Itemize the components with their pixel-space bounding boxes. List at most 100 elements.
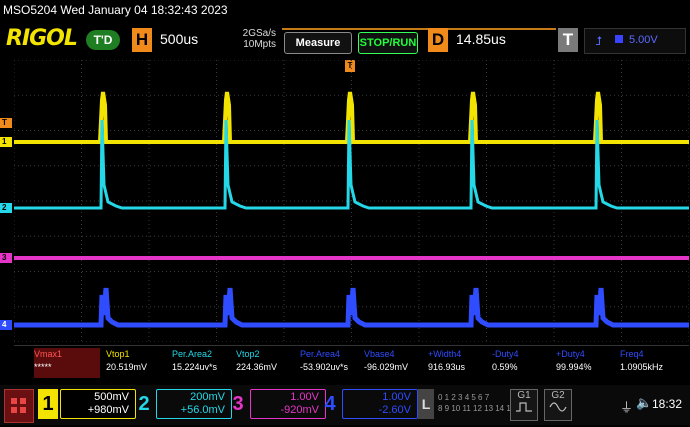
measurement-value: 20.519mV — [106, 362, 148, 372]
clock: 18:32 — [652, 397, 683, 411]
measurement-label: Per.Area2 — [172, 349, 213, 359]
digital-channels[interactable]: 0 1 2 3 4 5 6 7 8 9 10 11 12 13 14 15 — [438, 392, 515, 414]
ch1-trigger-level-marker[interactable]: T — [0, 118, 12, 128]
measurement-item[interactable]: +Duty4 99.994% — [556, 348, 622, 378]
sample-rate: 2GSa/s — [242, 28, 276, 39]
digital-row-low: 0 1 2 3 4 5 6 7 — [438, 393, 490, 402]
measurement-label: Freq4 — [620, 349, 644, 359]
channel-number: 2 — [138, 393, 150, 415]
measurement-item[interactable]: Per.Area2 15.224uv*s — [172, 348, 238, 378]
grid-menu-icon — [11, 398, 26, 413]
channel-settings: 200mV +56.0mV — [156, 389, 232, 419]
trigger-status-badge[interactable]: T'D — [86, 30, 120, 50]
measurement-item[interactable]: Vtop1 20.519mV — [106, 348, 172, 378]
measure-button[interactable]: Measure — [284, 32, 352, 54]
speaker-icon[interactable]: 🔈 — [636, 395, 652, 411]
channel-number: 3 — [232, 393, 244, 415]
ch4-trace — [14, 287, 689, 328]
measurement-value: 224.36mV — [236, 362, 278, 372]
measurement-value: ***** — [34, 362, 52, 372]
channel-scale: 1.00V — [382, 391, 411, 403]
measurement-label: Vmax1 — [34, 349, 63, 359]
channel-offset: -2.60V — [378, 404, 411, 416]
measurement-value: 1.0905kHz — [620, 362, 664, 372]
measurement-item[interactable]: Vbase4 -96.029mV — [364, 348, 430, 378]
ch1-offset-marker[interactable]: 1 — [0, 137, 12, 147]
channel-number: 4 — [324, 393, 336, 415]
channel-scale: 200mV — [190, 391, 225, 403]
measurement-item[interactable]: Per.Area4 -53.902uv*s — [300, 348, 366, 378]
rigol-logo: RIGOL — [6, 26, 78, 51]
ch1-trigger-level-label: T — [2, 118, 7, 127]
waveform-position-ruler — [282, 22, 556, 30]
channel-settings: 500mV +980mV — [60, 389, 136, 419]
trigger-menu-button[interactable]: T — [558, 28, 578, 52]
ch4-offset-marker[interactable]: 4 — [0, 320, 12, 330]
measurement-value: -53.902uv*s — [300, 362, 349, 372]
measurement-item[interactable]: -Duty4 0.59% — [492, 348, 558, 378]
trigger-info-panel[interactable]: ⮥ 5.00V — [584, 28, 686, 54]
measurement-label: Vtop2 — [236, 349, 260, 359]
measurement-label: +Duty4 — [556, 349, 585, 359]
channel-3-button[interactable]: 3 1.00V -920mV — [228, 389, 326, 419]
usb-icon: ⏚ — [620, 400, 634, 415]
measurement-value: -96.029mV — [364, 362, 409, 372]
measurement-label: +Width4 — [428, 349, 462, 359]
measurement-value: 15.224uv*s — [172, 362, 218, 372]
generator-2-button[interactable]: G2 — [544, 389, 572, 421]
timebase-value[interactable]: 500us — [160, 31, 198, 47]
square-wave-icon — [516, 402, 532, 412]
measurement-bar: Vmax1 ***** Vtop1 20.519mV Per.Area2 15.… — [14, 345, 689, 380]
measurement-item[interactable]: +Width4 916.93us — [428, 348, 494, 378]
ch2-marker-label: 2 — [2, 203, 7, 212]
channel-offset: +980mV — [87, 404, 129, 416]
delay-menu-button[interactable]: D — [428, 28, 448, 52]
ch3-offset-marker[interactable]: 3 — [0, 253, 12, 263]
horizontal-menu-button[interactable]: H — [132, 28, 152, 52]
ch1-trace — [14, 91, 689, 144]
channel-4-button[interactable]: 4 1.00V -2.60V — [320, 389, 418, 419]
top-toolbar: RIGOL T'D H 500us 2GSa/s 10Mpts Measure … — [0, 22, 690, 58]
trigger-level: 5.00V — [629, 34, 658, 46]
memory-depth: 10Mpts — [243, 39, 276, 50]
measurement-value: 99.994% — [556, 362, 592, 372]
acquisition-info: 2GSa/s 10Mpts — [232, 28, 276, 50]
channel-1-button[interactable]: 1 500mV +980mV — [38, 389, 136, 419]
channel-offset: -920mV — [280, 404, 319, 416]
trigger-source-icon — [615, 35, 623, 43]
measurement-item[interactable]: Vmax1 ***** — [34, 348, 100, 378]
channel-scale: 500mV — [94, 391, 129, 403]
channel-settings: 1.00V -2.60V — [342, 389, 418, 419]
ch4-marker-label: 4 — [2, 320, 7, 329]
waveform-display[interactable] — [14, 60, 689, 342]
generator-1-button[interactable]: G1 — [510, 389, 538, 421]
ch1-marker-label: 1 — [2, 137, 7, 146]
measurement-label: Vtop1 — [106, 349, 130, 359]
measurement-label: -Duty4 — [492, 349, 519, 359]
channel-settings: 1.00V -920mV — [250, 389, 326, 419]
measurement-value: 916.93us — [428, 362, 466, 372]
channel-2-button[interactable]: 2 200mV +56.0mV — [134, 389, 232, 419]
channel-scale: 1.00V — [290, 391, 319, 403]
sine-wave-icon — [549, 402, 567, 412]
measurement-label: Per.Area4 — [300, 349, 341, 359]
generator-2-label: G2 — [551, 390, 565, 401]
logic-analyzer-button[interactable]: L — [418, 389, 434, 419]
channel-number: 1 — [38, 389, 58, 419]
rising-edge-icon: ⮥ — [595, 34, 603, 48]
stop-run-button[interactable]: STOP/RUN — [358, 32, 418, 54]
ch3-marker-label: 3 — [2, 253, 7, 262]
delay-value[interactable]: 14.85us — [456, 31, 552, 51]
ch2-offset-marker[interactable]: 2 — [0, 203, 12, 213]
app-menu-button[interactable] — [4, 389, 34, 423]
measurement-item[interactable]: Freq4 1.0905kHz — [620, 348, 686, 378]
digital-row-high: 8 9 10 11 12 13 14 15 — [438, 404, 516, 413]
measurement-value: 0.59% — [492, 362, 518, 372]
measurement-item[interactable]: Vtop2 224.36mV — [236, 348, 302, 378]
channel-offset: +56.0mV — [180, 404, 225, 416]
title-text: MSO5204 Wed January 04 18:32:43 2023 — [3, 3, 228, 17]
title-bar: MSO5204 Wed January 04 18:32:43 2023 — [0, 0, 690, 22]
generator-1-label: G1 — [517, 390, 531, 401]
measurement-label: Vbase4 — [364, 349, 395, 359]
bottom-bar: 1 500mV +980mV 2 200mV +56.0mV 3 1.00V -… — [0, 385, 690, 425]
